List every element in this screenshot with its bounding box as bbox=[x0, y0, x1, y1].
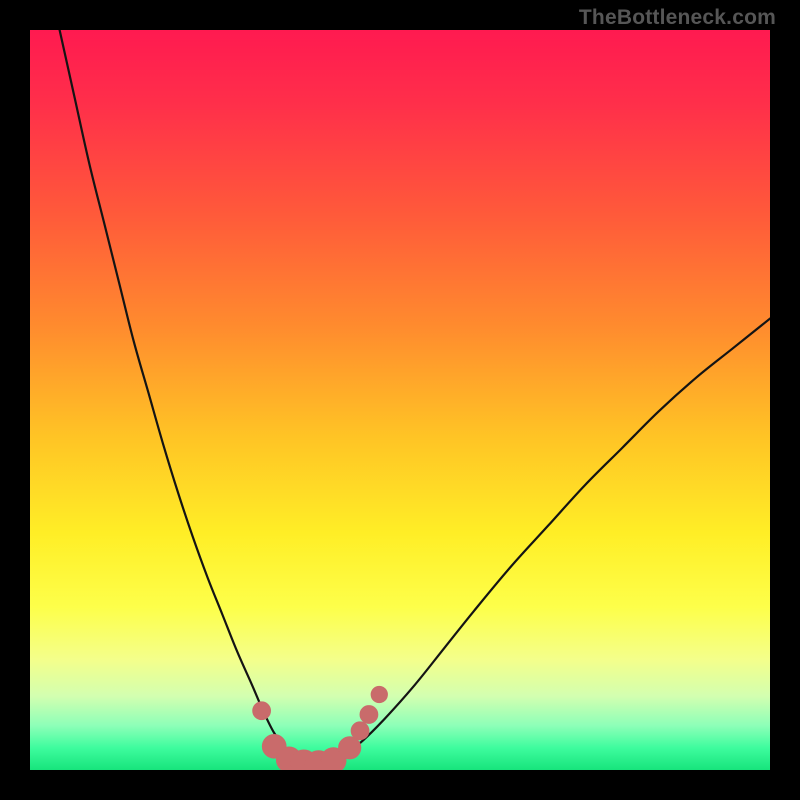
plot-area bbox=[30, 30, 770, 770]
trough-markers bbox=[253, 686, 388, 770]
marker-dot bbox=[360, 706, 378, 724]
marker-dot bbox=[351, 722, 369, 740]
chart-container: TheBottleneck.com bbox=[0, 0, 800, 800]
watermark-label: TheBottleneck.com bbox=[579, 6, 776, 30]
marker-dot bbox=[339, 737, 361, 759]
curve-layer bbox=[30, 30, 770, 770]
marker-dot bbox=[253, 702, 271, 720]
v-curve bbox=[60, 30, 770, 766]
marker-dot bbox=[371, 686, 387, 702]
